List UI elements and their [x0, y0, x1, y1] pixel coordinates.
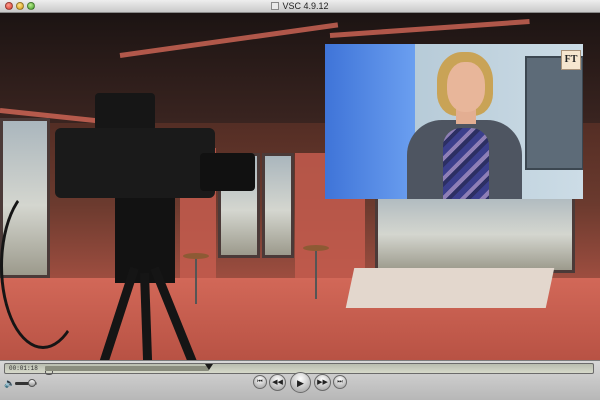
volume-knob[interactable]: [27, 379, 36, 387]
fast-forward-icon: ▶▶: [317, 379, 328, 386]
picture-in-picture-inset: FT: [325, 44, 583, 199]
presenter-top: [443, 128, 489, 199]
video-frame[interactable]: FT: [0, 13, 600, 360]
play-icon: ▶: [297, 378, 304, 388]
inset-blue-backdrop: [325, 44, 415, 199]
camera-lens: [200, 153, 255, 191]
inset-background-screen: [525, 56, 583, 170]
in-point-marker[interactable]: [45, 371, 53, 375]
studio-desk: [345, 268, 555, 308]
camera-cable: [0, 183, 86, 349]
studio-window: [375, 188, 575, 273]
stool-leg: [315, 251, 317, 299]
skip-forward-icon: ⏭: [337, 379, 343, 385]
document-icon: [271, 2, 280, 10]
studio-window: [262, 153, 294, 258]
go-to-end-button[interactable]: ⏭: [333, 375, 347, 389]
skip-back-icon: ⏮: [257, 379, 263, 385]
window-title-area: VSC 4.9.12: [0, 0, 600, 13]
stool-leg: [195, 259, 197, 304]
title-bar: VSC 4.9.12: [0, 0, 600, 13]
rewind-button[interactable]: ◀◀: [269, 374, 286, 391]
tripod-head: [115, 198, 175, 283]
playhead[interactable]: [204, 364, 213, 370]
presenter-face: [447, 62, 485, 112]
fast-forward-button[interactable]: ▶▶: [314, 374, 331, 391]
play-button[interactable]: ▶: [290, 372, 311, 393]
camera-viewfinder: [95, 93, 155, 131]
playback-controller: 00:01:18 🔈 ⏮ ◀◀ ▶ ▶▶ ⏭: [0, 360, 600, 400]
window-title: VSC 4.9.12: [282, 1, 329, 11]
timeline-progress: [45, 366, 209, 371]
rewind-icon: ◀◀: [272, 379, 283, 386]
studio-camera: [55, 128, 215, 198]
time-readout: 00:01:18: [9, 365, 38, 372]
volume-slider[interactable]: [15, 379, 37, 387]
player-window: VSC 4.9.12 FT 00:01:18 🔈 ⏮ ◀◀ ▶ ▶▶ ⏭: [0, 0, 600, 400]
speaker-icon[interactable]: 🔈: [4, 378, 15, 388]
ft-logo: FT: [561, 50, 581, 70]
go-to-start-button[interactable]: ⏮: [253, 375, 267, 389]
